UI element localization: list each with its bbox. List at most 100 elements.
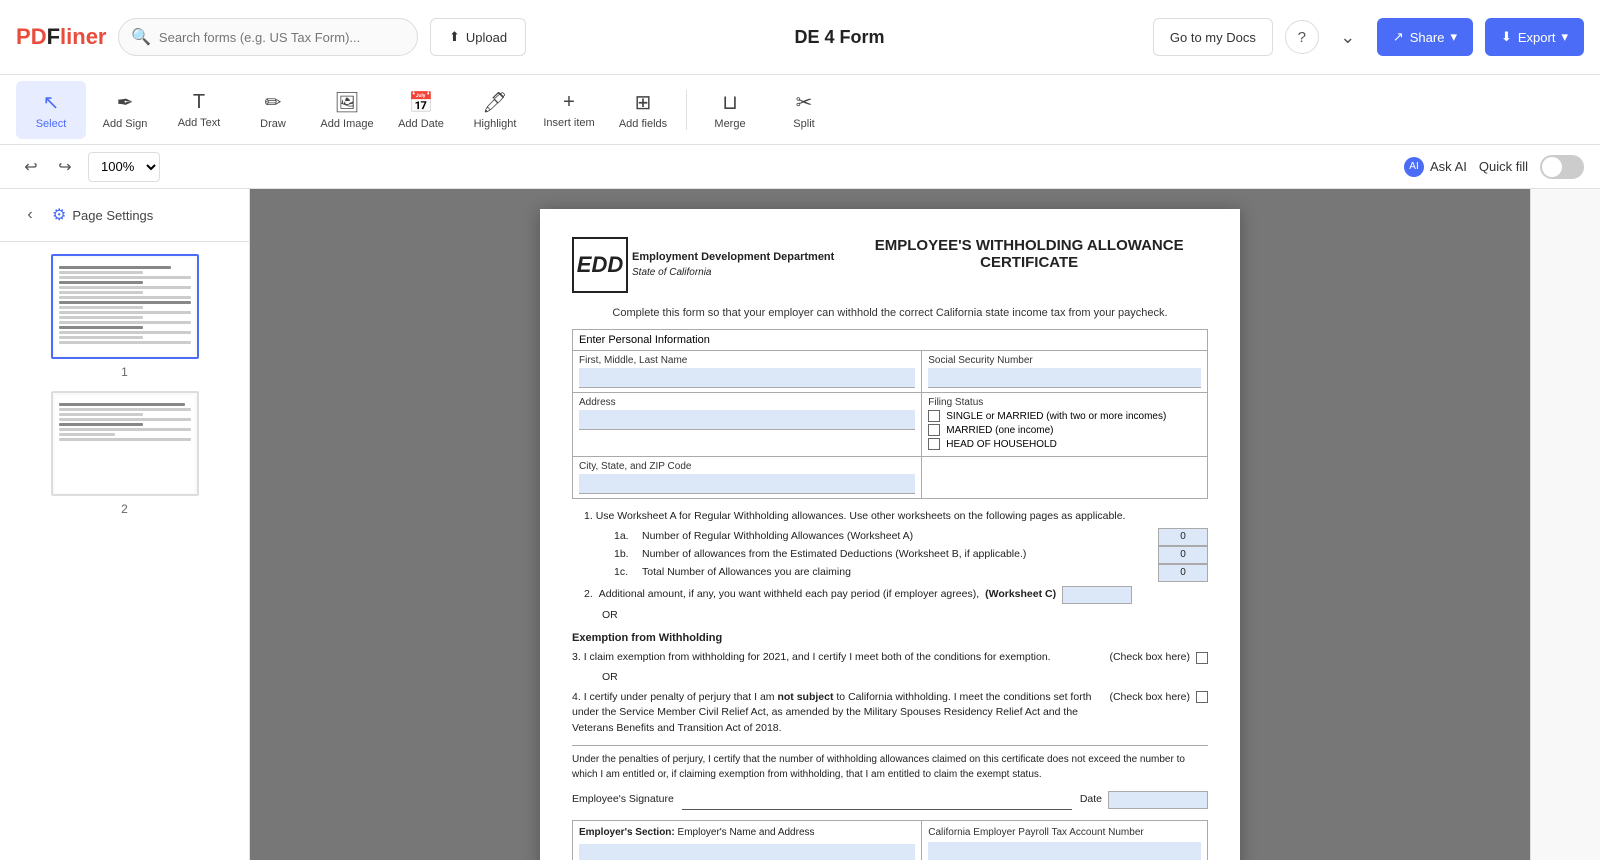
pages-list: 1 2 xyxy=(0,242,249,860)
undo-redo-group: ↩ ↪ xyxy=(16,152,80,182)
logo-text: PDFliner xyxy=(16,24,107,50)
item2-input[interactable] xyxy=(1062,586,1132,604)
page-settings-button[interactable]: ⚙ Page Settings xyxy=(52,205,153,225)
upload-button[interactable]: ⬆ Upload xyxy=(430,18,526,56)
upload-icon: ⬆ xyxy=(449,29,460,45)
redo-button[interactable]: ↪ xyxy=(50,152,80,182)
name-label: First, Middle, Last Name xyxy=(579,355,915,366)
edd-text: Employment Development Department State … xyxy=(632,250,834,279)
split-button[interactable]: ✂ Split xyxy=(769,81,839,139)
right-panel xyxy=(1530,189,1600,860)
quick-fill-toggle[interactable] xyxy=(1540,155,1584,179)
highlight-button[interactable]: 🖊 Highlight xyxy=(460,81,530,139)
sidebar: ‹ ⚙ Page Settings xyxy=(0,189,250,860)
filing-hoh-label: HEAD OF HOUSEHOLD xyxy=(946,439,1057,450)
toolbar-divider xyxy=(686,90,687,130)
city-input[interactable] xyxy=(579,474,915,494)
add-fields-icon: ⊞ xyxy=(635,90,652,115)
go-to-docs-button[interactable]: Go to my Docs xyxy=(1153,18,1273,56)
filing-married-row: MARRIED (one income) xyxy=(928,424,1201,436)
add-image-icon: 🖼 xyxy=(334,90,359,115)
undo-button[interactable]: ↩ xyxy=(16,152,46,182)
main-content: ‹ ⚙ Page Settings xyxy=(0,189,1600,860)
date-label: Date xyxy=(1080,792,1102,808)
draw-icon: ✏ xyxy=(265,90,282,115)
sig-label: Employee's Signature xyxy=(572,792,674,808)
zoom-select[interactable]: 100% 75% 150% xyxy=(88,152,160,182)
pdf-area[interactable]: EDD Employment Development Department St… xyxy=(250,189,1530,860)
exemption-title: Exemption from Withholding xyxy=(572,630,1208,647)
item2: 2. Additional amount, if any, you want w… xyxy=(584,586,1208,604)
form-subtitle: Complete this form so that your employer… xyxy=(572,307,1208,319)
filing-single-checkbox[interactable] xyxy=(928,410,940,422)
select-tool-button[interactable]: ↖ Select xyxy=(16,81,86,139)
sig-line[interactable] xyxy=(682,790,1072,810)
ssn-label: Social Security Number xyxy=(928,355,1201,366)
bottom-toolbar: ↩ ↪ 100% 75% 150% AI Ask AI Quick fill xyxy=(0,145,1600,189)
item4-check-area: (Check box here) xyxy=(1109,690,1208,706)
filing-hoh-checkbox[interactable] xyxy=(928,438,940,450)
item1: 1. Use Worksheet A for Regular Withholdi… xyxy=(584,509,1208,582)
insert-item-button[interactable]: + Insert item xyxy=(534,81,604,139)
add-image-button[interactable]: 🖼 Add Image xyxy=(312,81,382,139)
doc-title: DE 4 Form xyxy=(538,27,1141,48)
pdf-page: EDD Employment Development Department St… xyxy=(540,209,1240,860)
item3-checkbox[interactable] xyxy=(1196,652,1208,664)
signature-row: Employee's Signature Date xyxy=(572,790,1208,810)
item1a-label: Number of Regular Withholding Allowances… xyxy=(642,529,1150,545)
filing-married-checkbox[interactable] xyxy=(928,424,940,436)
highlight-icon: 🖊 xyxy=(482,90,507,115)
employer-table: Employer's Section: Employer's Name and … xyxy=(572,820,1208,860)
page-thumbnail-2[interactable]: 2 xyxy=(12,391,237,516)
item4-checkbox[interactable] xyxy=(1196,691,1208,703)
export-button[interactable]: ⬇ Export ▾ xyxy=(1485,18,1584,56)
share-icon: ↗ xyxy=(1393,29,1404,45)
add-date-icon: 📅 xyxy=(409,90,434,115)
export-chevron-icon: ▾ xyxy=(1561,29,1568,45)
form-title-area: EMPLOYEE'S WITHHOLDING ALLOWANCE CERTIFI… xyxy=(850,237,1208,271)
employer-name-input[interactable] xyxy=(579,844,915,860)
item1b-input[interactable]: 0 xyxy=(1158,546,1208,564)
add-sign-button[interactable]: ✒ Add Sign xyxy=(90,81,160,139)
item1c-input[interactable]: 0 xyxy=(1158,564,1208,582)
form-title: EMPLOYEE'S WITHHOLDING ALLOWANCE CERTIFI… xyxy=(850,237,1208,271)
ask-ai-button[interactable]: AI Ask AI xyxy=(1404,157,1467,177)
logo: PDFliner xyxy=(16,19,106,55)
collapse-sidebar-button[interactable]: ‹ xyxy=(16,201,44,229)
filing-single-label: SINGLE or MARRIED (with two or more inco… xyxy=(946,411,1166,422)
add-text-button[interactable]: T Add Text xyxy=(164,81,234,139)
search-input[interactable] xyxy=(159,30,405,45)
date-input[interactable] xyxy=(1108,791,1208,809)
add-text-icon: T xyxy=(193,91,205,114)
address-input[interactable] xyxy=(579,410,915,430)
share-chevron-icon: ▾ xyxy=(1450,29,1457,45)
item1a-input[interactable]: 0 xyxy=(1158,528,1208,546)
name-input[interactable] xyxy=(579,368,915,388)
item3-or: OR xyxy=(602,670,1208,686)
ssn-input[interactable] xyxy=(928,368,1201,388)
page-img-1 xyxy=(51,254,199,359)
item3: 3. I claim exemption from withholding fo… xyxy=(572,650,1208,666)
add-date-button[interactable]: 📅 Add Date xyxy=(386,81,456,139)
help-button[interactable]: ? xyxy=(1285,20,1319,54)
page-img-2 xyxy=(51,391,199,496)
item3-check-area: (Check box here) xyxy=(1109,650,1208,666)
expand-button[interactable]: ⌄ xyxy=(1331,20,1365,54)
ai-icon: AI xyxy=(1404,157,1424,177)
draw-button[interactable]: ✏ Draw xyxy=(238,81,308,139)
address-label: Address xyxy=(579,397,915,408)
merge-button[interactable]: ⊔ Merge xyxy=(695,81,765,139)
add-fields-button[interactable]: ⊞ Add fields xyxy=(608,81,678,139)
share-button[interactable]: ↗ Share ▾ xyxy=(1377,18,1473,56)
topbar: PDFliner 🔍 ⬆ Upload DE 4 Form Go to my D… xyxy=(0,0,1600,75)
search-box[interactable]: 🔍 xyxy=(118,18,418,56)
topbar-right: Go to my Docs ? ⌄ ↗ Share ▾ ⬇ Export ▾ xyxy=(1153,18,1584,56)
bottom-right-toolbar: AI Ask AI Quick fill xyxy=(1404,155,1584,179)
perjury-text: Under the penalties of perjury, I certif… xyxy=(572,745,1208,782)
sidebar-header: ‹ ⚙ Page Settings xyxy=(0,189,249,242)
page-thumbnail-1[interactable]: 1 xyxy=(12,254,237,379)
employer-tax-input[interactable] xyxy=(928,842,1201,860)
item2-or: OR xyxy=(602,608,1208,624)
merge-icon: ⊔ xyxy=(722,90,738,115)
employer-section-label: Employer's Section: Employer's Name and … xyxy=(579,825,915,840)
